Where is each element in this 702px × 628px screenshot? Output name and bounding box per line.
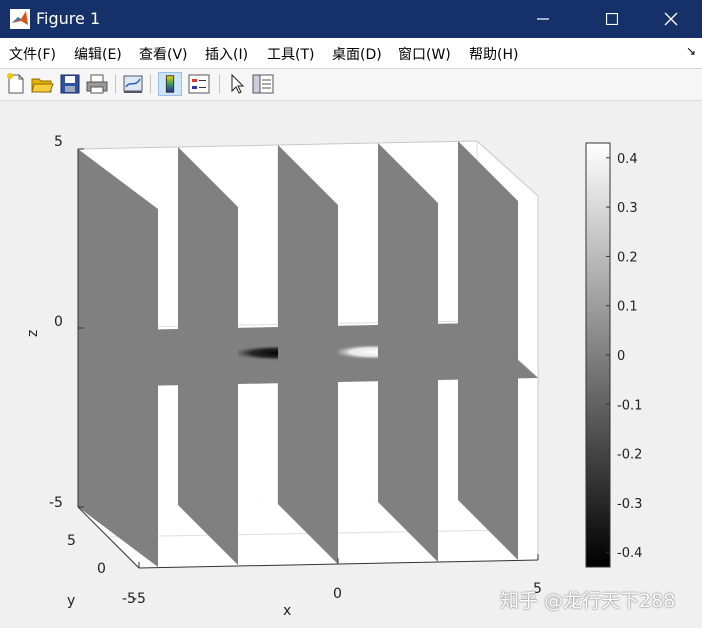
property-editor-icon[interactable]: [251, 72, 275, 96]
title-bar: Figure 1: [0, 0, 702, 38]
open-file-icon[interactable]: [30, 72, 54, 96]
colorbar-tick-label: 0.3: [617, 201, 638, 216]
matlab-logo-icon: [10, 9, 30, 29]
colorbar-icon[interactable]: [158, 72, 182, 96]
colorbar-tick-label: -0.2: [617, 448, 642, 463]
z-tick-label: 0: [54, 314, 63, 330]
maximize-icon: [606, 13, 618, 25]
colorbar-tick-label: -0.4: [617, 546, 642, 561]
slice-x-4: [458, 141, 518, 560]
slice-x-minus2: [178, 147, 238, 565]
dock-arrow-icon[interactable]: ↘: [686, 44, 696, 58]
menu-bar: 文件(F) 编辑(E) 查看(V) 插入(I) 工具(T) 桌面(D) 窗口(W…: [0, 38, 702, 69]
slice-x-minus4: [78, 149, 158, 567]
menu-desktop[interactable]: 桌面(D): [332, 44, 382, 64]
close-icon: [664, 12, 678, 26]
figure-canvas: 5 0 -5 5 0 -5 -5 0 5 x y z 0.40.30.20.10…: [25, 134, 642, 619]
minimize-icon: [537, 18, 549, 20]
legend-icon[interactable]: [187, 72, 211, 96]
x-axis-label: x: [283, 603, 291, 619]
new-figure-icon[interactable]: [4, 72, 28, 96]
toolbar-separator: [115, 74, 116, 94]
maximize-button[interactable]: [589, 0, 635, 38]
menu-help[interactable]: 帮助(H): [469, 44, 518, 64]
colorbar-tick-label: -0.1: [617, 398, 642, 413]
colorbar-tick-label: 0: [617, 349, 625, 364]
toolbar-separator: [150, 74, 151, 94]
colorbar-tick-label: 0.2: [617, 250, 638, 265]
pointer-icon[interactable]: [225, 72, 249, 96]
minimize-button[interactable]: [520, 0, 566, 38]
colorbar-tick-label: -0.3: [617, 497, 642, 512]
slice-x-0: [278, 145, 338, 564]
slice-x-2: [378, 143, 438, 562]
link-plot-icon[interactable]: [121, 72, 145, 96]
y-tick-label: 0: [97, 561, 106, 577]
z-axis-label: z: [25, 330, 41, 337]
window-title: Figure 1: [36, 9, 101, 28]
y-axis-label: y: [67, 593, 75, 609]
y-tick-label: 5: [67, 533, 76, 549]
menu-window[interactable]: 窗口(W): [398, 44, 451, 64]
z-tick-label: -5: [49, 495, 63, 511]
menu-view[interactable]: 查看(V): [139, 44, 188, 64]
toolbar: [0, 69, 702, 101]
menu-tools[interactable]: 工具(T): [267, 44, 314, 64]
colorbar[interactable]: 0.4 0.3 0.2 0.1 0 -0.1 -0.2 -0.3 -0.4: [585, 142, 642, 568]
menu-file[interactable]: 文件(F): [9, 44, 56, 64]
watermark-text: 知乎 @龙行天下288: [500, 590, 676, 612]
menu-insert[interactable]: 插入(I): [205, 44, 248, 64]
colorbar-tick-label: 0.4: [617, 152, 638, 167]
close-button[interactable]: [648, 0, 694, 38]
x-tick-label: 0: [333, 586, 342, 602]
z-tick-label: 5: [54, 134, 63, 150]
toolbar-separator: [219, 74, 220, 94]
save-icon[interactable]: [58, 72, 82, 96]
plot-axes: 5 0 -5 5 0 -5 -5 0 5 x y z: [25, 134, 542, 619]
colorbar-tick-label: 0.1: [617, 300, 638, 315]
print-icon[interactable]: [85, 72, 109, 96]
x-tick-label: -5: [132, 591, 146, 607]
colorbar-ticks: 0.4 0.3 0.2 0.1 0 -0.1 -0.2 -0.3 -0.4: [606, 152, 642, 561]
menu-edit[interactable]: 编辑(E): [74, 44, 122, 64]
